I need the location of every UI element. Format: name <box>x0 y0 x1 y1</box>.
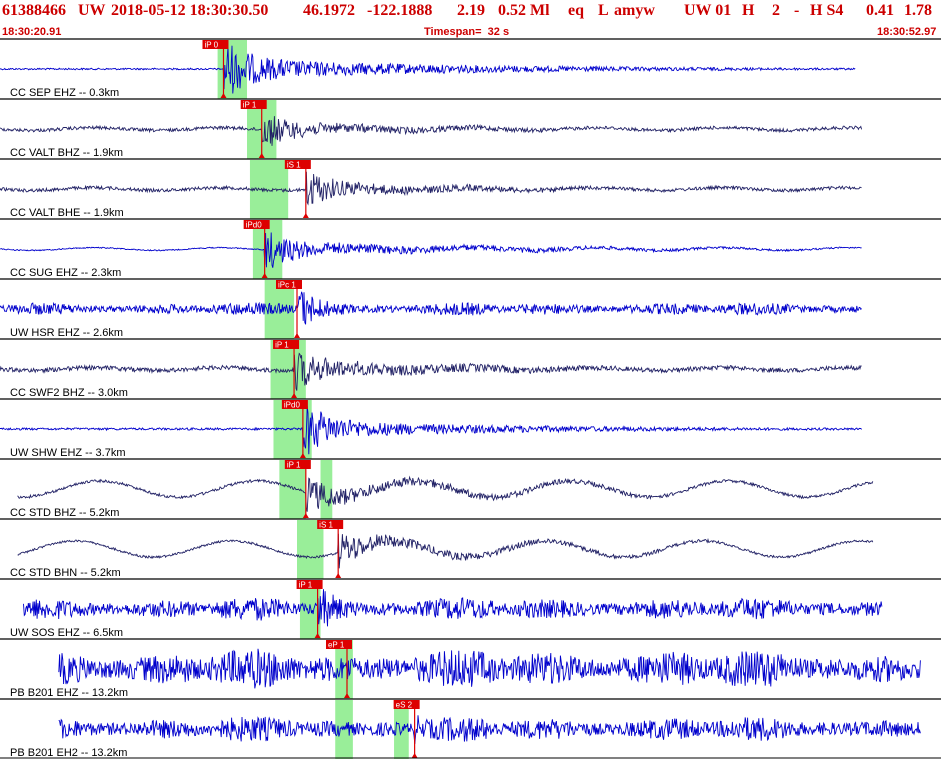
trace-label: UW SOS EHZ -- 6.5km <box>10 627 123 639</box>
trace-label: CC VALT BHZ -- 1.9km <box>10 147 123 159</box>
trace-label: UW SHW EHZ -- 3.7km <box>10 447 126 459</box>
pick-label: eP 1 <box>328 641 345 650</box>
trace-label: CC VALT BHE -- 1.9km <box>10 207 124 219</box>
trace-label: PB B201 EH2 -- 13.2km <box>10 747 127 759</box>
pick-label: iP 1 <box>299 581 313 590</box>
waveform-trace[interactable] <box>0 116 863 146</box>
pick-marker <box>411 753 418 758</box>
waveform-trace[interactable] <box>23 589 883 627</box>
waveform-trace[interactable] <box>0 352 862 391</box>
pick-marker <box>294 333 301 338</box>
pick-label: iPd0 <box>284 401 301 410</box>
pick-label: iPd0 <box>246 221 263 230</box>
pick-label: eS 2 <box>396 701 413 710</box>
pick-marker <box>302 213 309 218</box>
pick-label: iPc 1 <box>278 281 296 290</box>
waveform-trace[interactable] <box>17 475 874 512</box>
waveform-trace[interactable] <box>17 533 874 569</box>
trace-label: CC SEP EHZ -- 0.3km <box>10 87 119 99</box>
waveform-trace[interactable] <box>58 715 921 744</box>
pick-label: iP 0 <box>204 41 218 50</box>
trace-label: CC SWF2 BHZ -- 3.0km <box>10 387 128 399</box>
pick-label: iP 1 <box>243 101 257 110</box>
waveform-trace[interactable] <box>58 648 921 689</box>
pick-label: iP 1 <box>287 461 301 470</box>
trace-label: CC STD BHZ -- 5.2km <box>10 507 119 519</box>
pick-label: iS 1 <box>319 521 333 530</box>
waveform-trace[interactable] <box>0 406 862 455</box>
waveform-trace[interactable] <box>0 232 862 268</box>
pick-label: iP 1 <box>275 341 289 350</box>
trace-label: CC STD BHN -- 5.2km <box>10 567 121 579</box>
trace-label: CC SUG EHZ -- 2.3km <box>10 267 121 279</box>
pick-label: iS 1 <box>287 161 301 170</box>
trace-label: UW HSR EHZ -- 2.6km <box>10 327 123 339</box>
waveform-trace[interactable] <box>0 291 862 325</box>
waveform-panel[interactable]: iP 0 CC SEP EHZ -- 0.3km iP 1 CC VALT BHZ -… <box>0 0 941 760</box>
waveform-trace[interactable] <box>0 171 862 206</box>
trace-label: PB B201 EHZ -- 13.2km <box>10 687 128 699</box>
waveform-trace[interactable] <box>0 45 856 94</box>
pick-marker <box>335 573 342 578</box>
